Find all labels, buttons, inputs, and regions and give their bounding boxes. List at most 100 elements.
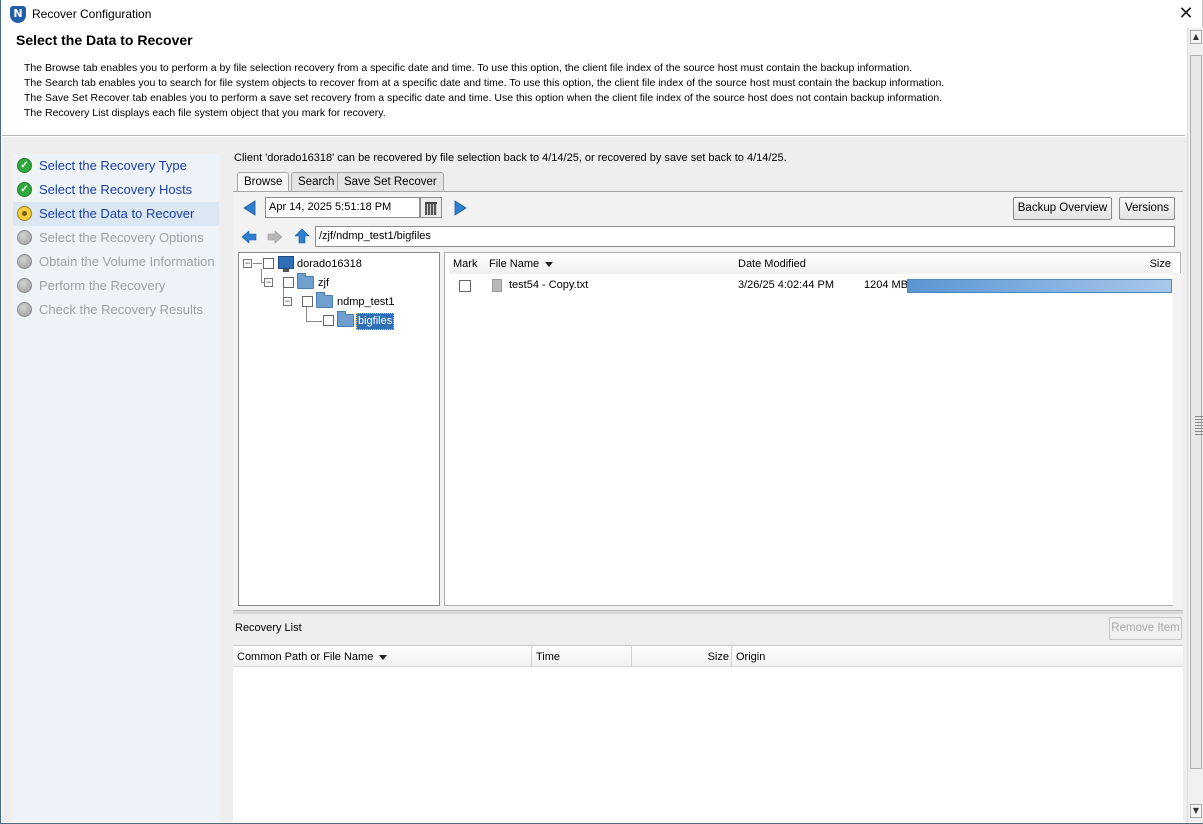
tree-checkbox[interactable] bbox=[283, 277, 294, 288]
mark-checkbox[interactable] bbox=[459, 280, 471, 292]
scroll-down-icon[interactable]: ▼ bbox=[1190, 804, 1202, 818]
size-bar-fill bbox=[908, 280, 1171, 292]
grip-icon bbox=[1195, 416, 1203, 436]
step-perform-recovery: Perform the Recovery bbox=[13, 274, 219, 298]
tab-search[interactable]: Search bbox=[291, 172, 342, 191]
recovery-list-label: Recovery List bbox=[235, 622, 302, 634]
path-field[interactable]: /zjf/ndmp_test1/bigfiles bbox=[315, 226, 1175, 247]
window-vertical-scrollbar[interactable]: ▲ ▼ bbox=[1187, 28, 1203, 822]
pending-step-icon bbox=[17, 230, 32, 245]
sort-descending-icon bbox=[379, 654, 388, 660]
tree-node-zjf[interactable]: − zjf bbox=[264, 273, 424, 292]
column-header-size[interactable]: Size bbox=[855, 253, 1173, 274]
scroll-thumb[interactable] bbox=[1190, 55, 1203, 769]
sort-descending-icon bbox=[545, 261, 554, 267]
tree-connector bbox=[253, 263, 262, 264]
step-label: Check the Recovery Results bbox=[39, 302, 204, 317]
date-modified-cell: 3/26/25 4:02:44 PM bbox=[738, 279, 835, 291]
pending-step-icon bbox=[17, 302, 32, 317]
description-line-save-set: The Save Set Recover tab enables you to … bbox=[24, 92, 943, 104]
file-icon bbox=[492, 279, 502, 292]
backup-overview-button[interactable]: Backup Overview bbox=[1013, 197, 1112, 220]
column-header-label: File Name bbox=[489, 258, 540, 270]
close-icon[interactable]: ✕ bbox=[1176, 3, 1196, 25]
tree-connector bbox=[306, 321, 322, 322]
pending-step-icon bbox=[17, 254, 32, 269]
table-row[interactable]: test54 - Copy.txt 3/26/25 4:02:44 PM 120… bbox=[445, 276, 1173, 296]
description-line-browse: The Browse tab enables you to perform a … bbox=[24, 62, 913, 74]
step-label: Perform the Recovery bbox=[39, 278, 166, 293]
step-check-recovery-results: Check the Recovery Results bbox=[13, 298, 219, 322]
step-select-recovery-options: Select the Recovery Options bbox=[13, 226, 219, 250]
forward-arrow-icon bbox=[267, 230, 283, 244]
description-line-recovery-list: The Recovery List displays each file sys… bbox=[24, 107, 386, 119]
page-title: Select the Data to Recover bbox=[16, 32, 193, 48]
step-label: Select the Data to Recover bbox=[39, 206, 195, 221]
next-date-icon[interactable] bbox=[452, 200, 468, 216]
file-table-scroll-track[interactable] bbox=[1173, 273, 1181, 606]
pane-splitter[interactable] bbox=[233, 610, 1183, 614]
tree-node-label: dorado16318 bbox=[297, 258, 362, 270]
column-header-mark[interactable]: Mark bbox=[449, 253, 487, 274]
calendar-icon[interactable] bbox=[420, 197, 442, 218]
tree-node-label: zjf bbox=[318, 277, 329, 289]
step-obtain-volume-information: Obtain the Volume Information bbox=[13, 250, 219, 274]
collapse-icon[interactable]: − bbox=[283, 297, 292, 306]
browse-date-field[interactable]: Apr 14, 2025 5:51:18 PM bbox=[265, 197, 420, 218]
column-header-time[interactable]: Time bbox=[532, 646, 632, 667]
remove-item-button[interactable]: Remove Item bbox=[1109, 617, 1182, 640]
recovery-list-header: Common Path or File Name Time Size Origi… bbox=[233, 646, 1183, 667]
tree-checkbox[interactable] bbox=[302, 296, 313, 307]
pending-step-icon bbox=[17, 278, 32, 293]
step-label: Select the Recovery Options bbox=[39, 230, 204, 245]
folder-icon bbox=[297, 273, 314, 289]
tree-node-bigfiles[interactable]: bigfiles bbox=[323, 311, 433, 330]
folder-icon bbox=[316, 292, 333, 308]
tree-checkbox[interactable] bbox=[263, 258, 274, 269]
title-bar: N Recover Configuration ✕ bbox=[1, 0, 1202, 28]
column-header-file-name[interactable]: File Name bbox=[485, 253, 735, 274]
collapse-icon[interactable]: − bbox=[243, 259, 252, 268]
tree-checkbox[interactable] bbox=[323, 315, 334, 326]
step-select-recovery-hosts[interactable]: ✓ Select the Recovery Hosts bbox=[13, 178, 219, 202]
description-line-search: The Search tab enables you to search for… bbox=[24, 77, 945, 89]
check-icon: ✓ bbox=[17, 182, 32, 197]
folder-icon bbox=[337, 311, 354, 327]
wizard-steps-panel: ✓ Select the Recovery Type ✓ Select the … bbox=[13, 154, 219, 822]
back-arrow-icon[interactable] bbox=[241, 229, 257, 245]
tree-node-ndmp-test1[interactable]: − ndmp_test1 bbox=[283, 292, 433, 311]
step-label: Select the Recovery Hosts bbox=[39, 182, 193, 197]
tree-node-label: ndmp_test1 bbox=[337, 296, 395, 308]
recover-configuration-window: N Recover Configuration ✕ Select the Dat… bbox=[0, 0, 1203, 824]
step-label: Obtain the Volume Information bbox=[39, 254, 215, 269]
collapse-icon[interactable]: − bbox=[264, 278, 273, 287]
computer-icon bbox=[278, 256, 294, 272]
column-header-origin[interactable]: Origin bbox=[732, 646, 882, 667]
file-table: Mark File Name Date Modified Size test54… bbox=[444, 252, 1181, 606]
size-bar bbox=[907, 279, 1172, 293]
tree-node-dorado16318[interactable]: − dorado16318 bbox=[243, 255, 433, 273]
page-description: The Browse tab enables you to perform a … bbox=[24, 61, 944, 121]
window-title: Recover Configuration bbox=[32, 7, 152, 21]
tab-browse[interactable]: Browse bbox=[237, 172, 290, 192]
column-header-label: Common Path or File Name bbox=[237, 651, 374, 663]
previous-date-icon[interactable] bbox=[242, 200, 258, 216]
client-recovery-info: Client 'dorado16318' can be recovered by… bbox=[234, 152, 787, 164]
versions-button[interactable]: Versions bbox=[1119, 197, 1175, 220]
step-label: Select the Recovery Type bbox=[39, 158, 187, 173]
check-icon: ✓ bbox=[17, 158, 32, 173]
up-arrow-icon[interactable] bbox=[294, 228, 310, 244]
scroll-up-icon[interactable]: ▲ bbox=[1190, 30, 1202, 44]
step-select-recovery-type[interactable]: ✓ Select the Recovery Type bbox=[13, 154, 219, 178]
tree-node-label: bigfiles bbox=[356, 313, 395, 330]
tab-save-set-recover[interactable]: Save Set Recover bbox=[337, 172, 444, 191]
current-step-icon bbox=[17, 206, 32, 221]
column-header-path[interactable]: Common Path or File Name bbox=[233, 646, 532, 667]
column-header-size[interactable]: Size bbox=[632, 646, 732, 667]
step-select-data-to-recover[interactable]: Select the Data to Recover bbox=[13, 202, 219, 226]
column-header-date-modified[interactable]: Date Modified bbox=[734, 253, 856, 274]
recovery-list-table: Common Path or File Name Time Size Origi… bbox=[233, 645, 1183, 822]
page-header: Select the Data to Recover The Browse ta… bbox=[2, 28, 1185, 136]
file-name-cell: test54 - Copy.txt bbox=[509, 279, 589, 291]
app-logo-icon: N bbox=[10, 6, 26, 23]
